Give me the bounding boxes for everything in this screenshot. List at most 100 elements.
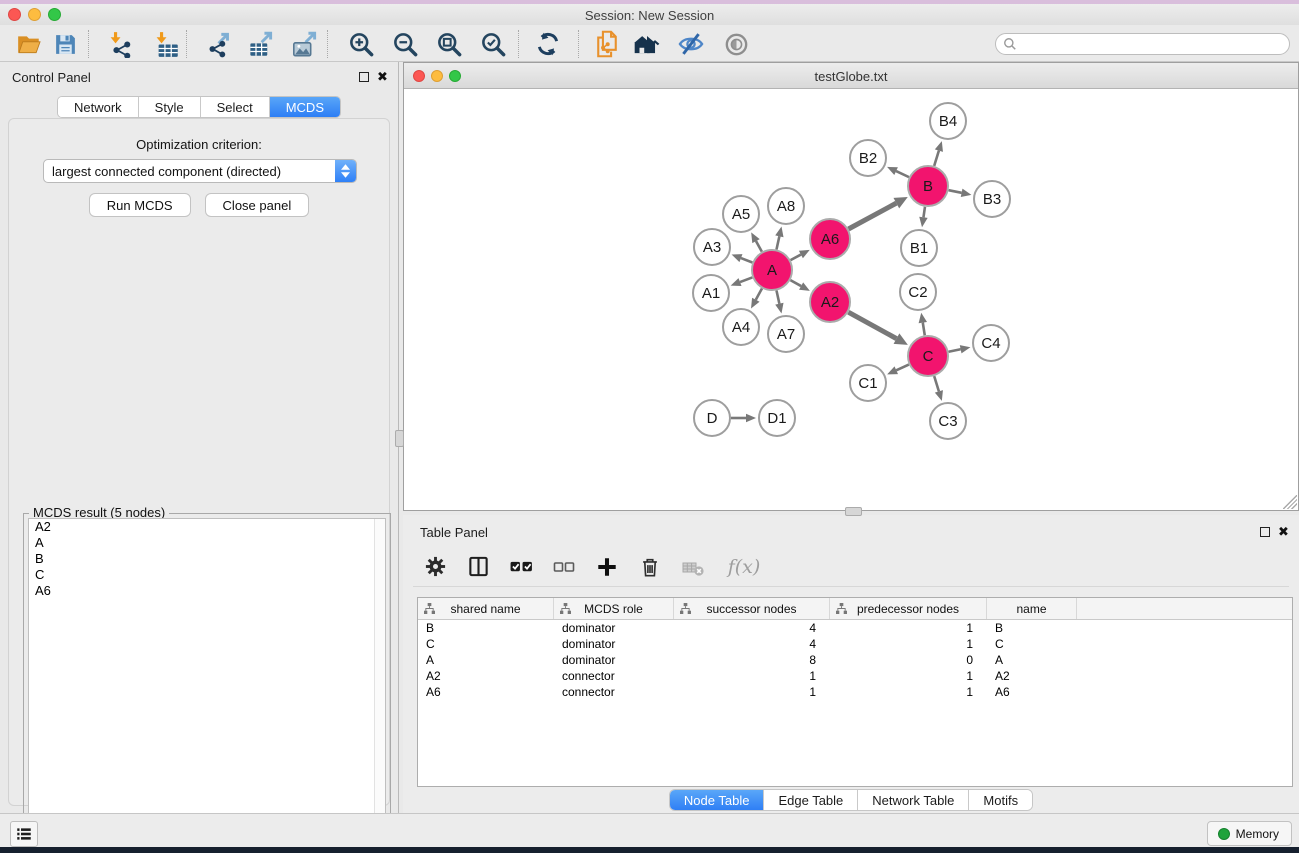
column-header-name[interactable]: name [987,598,1077,619]
close-panel-icon[interactable]: ✖ [1278,525,1289,539]
clone-network-icon[interactable] [592,29,622,59]
network-graph[interactable]: B4B2BB3A5A8A6B1A3AA1C2A2A4A7C4CC1C3DD1 [404,89,1298,510]
graph-edge-B-B3[interactable] [949,190,962,193]
show-columns-icon[interactable] [464,553,492,581]
table-cell[interactable]: 1 [830,637,987,651]
graph-edge-A-A1[interactable] [740,277,752,282]
mcds-result-item[interactable]: A [29,535,385,551]
tab-mcds[interactable]: MCDS [269,97,340,117]
mcds-result-item[interactable]: B [29,551,385,567]
mcds-result-item[interactable]: C [29,567,385,583]
table-cell[interactable]: connector [554,669,674,683]
mcds-result-item[interactable]: A6 [29,583,385,599]
open-folder-icon[interactable] [14,29,44,59]
delete-table-icon[interactable] [679,553,707,581]
column-header-MCDS-role[interactable]: MCDS role [554,598,674,619]
table-cell[interactable]: 4 [674,621,830,635]
hide-panel-eye-icon[interactable] [676,29,706,59]
search-field[interactable] [995,33,1290,55]
function-builder-icon[interactable]: f(x) [722,553,766,581]
table-cell[interactable]: A6 [418,685,554,699]
float-panel-icon[interactable] [1260,527,1270,537]
column-header-predecessor-nodes[interactable]: predecessor nodes [830,598,987,619]
task-history-button[interactable] [10,821,38,847]
graph-edge-C-C2[interactable] [923,323,925,336]
window-resize-grip[interactable] [1283,495,1297,509]
mcds-result-list[interactable]: A2ABCA6 [28,518,386,847]
graph-edge-A-A4[interactable] [756,288,762,299]
table-cell[interactable]: dominator [554,621,674,635]
table-cell[interactable]: dominator [554,637,674,651]
vertical-splitter-handle[interactable] [395,430,404,447]
graph-edge-A-A8[interactable] [776,236,779,249]
export-table-icon[interactable] [245,29,275,59]
show-panel-eye-icon[interactable] [721,29,751,59]
mcds-result-item[interactable]: A2 [29,519,385,535]
tab-network[interactable]: Network [58,97,138,117]
list-scrollbar[interactable] [374,519,385,846]
graph-edge-A-A3[interactable] [741,258,752,262]
network-window-titlebar[interactable]: testGlobe.txt [404,63,1298,89]
column-header-successor-nodes[interactable]: successor nodes [674,598,830,619]
graph-edge-A-A2[interactable] [790,280,801,286]
import-network-icon[interactable] [105,29,135,59]
table-cell[interactable]: A [987,653,1077,667]
refresh-view-icon[interactable] [533,29,563,59]
network-canvas[interactable]: B4B2BB3A5A8A6B1A3AA1C2A2A4A7C4CC1C3DD1 [404,89,1298,510]
table-cell[interactable]: 1 [830,621,987,635]
float-panel-icon[interactable] [359,72,369,82]
tab-network-table[interactable]: Network Table [857,790,968,810]
save-session-icon[interactable] [50,29,80,59]
zoom-fit-icon[interactable] [434,29,464,59]
zoom-selected-icon[interactable] [478,29,508,59]
table-cell[interactable]: dominator [554,653,674,667]
graph-edge-A-A7[interactable] [776,291,779,304]
export-network-icon[interactable] [203,29,233,59]
table-row[interactable]: Cdominator41C [418,636,1292,652]
table-cell[interactable]: 1 [674,685,830,699]
add-column-icon[interactable] [593,553,621,581]
graph-edge-C-C3[interactable] [934,376,939,391]
table-settings-gear-icon[interactable] [421,553,449,581]
search-input[interactable] [1021,37,1289,51]
table-cell[interactable]: C [987,637,1077,651]
tab-node-table[interactable]: Node Table [670,790,764,810]
main-titlebar[interactable]: Session: New Session [0,4,1299,25]
graph-edge-C-C4[interactable] [949,349,961,351]
table-cell[interactable]: 8 [674,653,830,667]
import-table-icon[interactable] [151,29,181,59]
graph-edge-B-B4[interactable] [934,151,939,166]
zoom-in-icon[interactable] [346,29,376,59]
zoom-out-icon[interactable] [390,29,420,59]
table-cell[interactable]: B [987,621,1077,635]
close-panel-icon[interactable]: ✖ [377,70,388,84]
table-cell[interactable]: 0 [830,653,987,667]
delete-column-trash-icon[interactable] [636,553,664,581]
run-mcds-button[interactable]: Run MCDS [89,193,191,217]
table-cell[interactable]: A6 [987,685,1077,699]
optimization-select[interactable]: largest connected component (directed) [43,159,357,183]
table-cell[interactable]: B [418,621,554,635]
deselect-all-icon[interactable] [550,553,578,581]
table-row[interactable]: Bdominator41B [418,620,1292,636]
tab-select[interactable]: Select [200,97,269,117]
table-cell[interactable]: 1 [830,669,987,683]
home-layout-icon[interactable] [632,29,662,59]
table-cell[interactable]: A2 [987,669,1077,683]
memory-button[interactable]: Memory [1207,821,1292,846]
column-header-shared-name[interactable]: shared name [418,598,554,619]
tab-motifs[interactable]: Motifs [968,790,1032,810]
table-row[interactable]: A6connector11A6 [418,684,1292,700]
export-image-icon[interactable] [289,29,319,59]
table-cell[interactable]: C [418,637,554,651]
graph-edge-A2-C[interactable] [848,312,896,338]
graph-edge-A6-B[interactable] [848,203,896,229]
select-all-icon[interactable] [507,553,535,581]
graph-edge-A-A5[interactable] [756,241,762,252]
table-cell[interactable]: 1 [830,685,987,699]
table-cell[interactable]: connector [554,685,674,699]
table-cell[interactable]: A2 [418,669,554,683]
close-panel-button[interactable]: Close panel [205,193,310,217]
table-cell[interactable]: A [418,653,554,667]
table-row[interactable]: A2connector11A2 [418,668,1292,684]
